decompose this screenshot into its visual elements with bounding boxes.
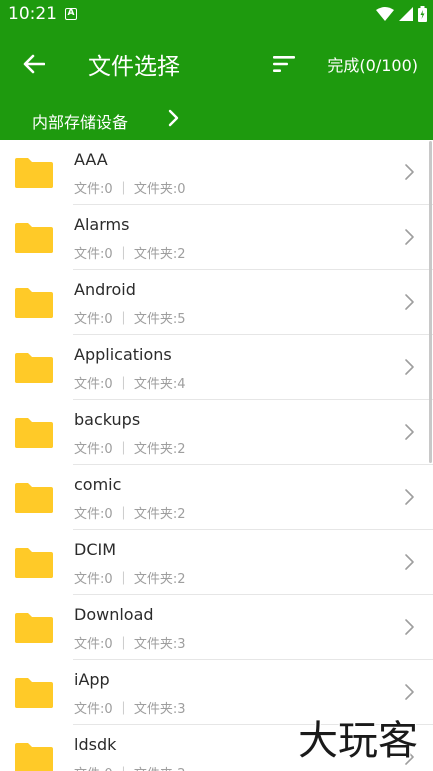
file-name: Applications <box>74 345 172 364</box>
file-meta: 文件:0 ｜ 文件夹:2 <box>74 763 186 771</box>
list-item[interactable]: Alarms 文件:0 ｜ 文件夹:2 <box>0 205 433 270</box>
chevron-right-icon <box>405 554 414 570</box>
folder-icon <box>15 483 53 513</box>
chevron-right-icon <box>405 164 414 180</box>
file-name: comic <box>74 475 122 494</box>
file-meta: 文件:0 ｜ 文件夹:5 <box>74 312 186 327</box>
sort-icon <box>273 56 295 72</box>
file-list: AAA 文件:0 ｜ 文件夹:0 Alarms 文件:0 ｜ 文件夹:2 And… <box>0 140 433 771</box>
chevron-right-icon <box>405 684 414 700</box>
file-name: backups <box>74 410 141 429</box>
notification-icon: A <box>65 8 77 20</box>
app-header: 10:21 A 文件选择 完成(0/100) 内部存储设备 <box>0 0 433 140</box>
list-item[interactable]: Download 文件:0 ｜ 文件夹:3 <box>0 595 433 660</box>
sort-button[interactable] <box>268 48 300 80</box>
chevron-right-icon <box>405 229 414 245</box>
folder-icon <box>15 613 53 643</box>
breadcrumb: 内部存储设备 <box>0 100 433 140</box>
list-item[interactable]: DCIM 文件:0 ｜ 文件夹:2 <box>0 530 433 595</box>
folder-icon <box>15 288 53 318</box>
status-bar: 10:21 A <box>0 0 433 30</box>
signal-icon <box>399 7 413 21</box>
battery-icon <box>418 6 427 22</box>
file-meta: 文件:0 ｜ 文件夹:2 <box>74 507 186 522</box>
list-item[interactable]: AAA 文件:0 ｜ 文件夹:0 <box>0 140 433 205</box>
done-button[interactable]: 完成(0/100) <box>327 52 418 76</box>
file-name: Download <box>74 605 154 624</box>
arrow-left-icon <box>23 54 45 74</box>
file-name: AAA <box>74 150 108 169</box>
file-name: Android <box>74 280 136 299</box>
file-meta: 文件:0 ｜ 文件夹:2 <box>74 442 186 457</box>
back-button[interactable] <box>18 48 50 80</box>
folder-icon <box>15 743 53 771</box>
file-name: DCIM <box>74 540 117 559</box>
folder-icon <box>15 678 53 708</box>
chevron-right-icon <box>405 359 414 375</box>
file-name: ldsdk <box>74 735 117 754</box>
list-item[interactable]: backups 文件:0 ｜ 文件夹:2 <box>0 400 433 465</box>
scrollbar[interactable] <box>429 141 432 463</box>
chevron-right-icon <box>405 294 414 310</box>
file-meta: 文件:0 ｜ 文件夹:3 <box>74 637 186 652</box>
file-meta: 文件:0 ｜ 文件夹:4 <box>74 377 186 392</box>
folder-icon <box>15 353 53 383</box>
file-meta: 文件:0 ｜ 文件夹:2 <box>74 247 186 262</box>
list-item[interactable]: Android 文件:0 ｜ 文件夹:5 <box>0 270 433 335</box>
chevron-right-icon <box>405 424 414 440</box>
status-time: 10:21 <box>8 4 57 24</box>
status-icons <box>376 6 427 22</box>
folder-icon <box>15 223 53 253</box>
file-meta: 文件:0 ｜ 文件夹:3 <box>74 702 186 717</box>
page-title: 文件选择 <box>88 54 180 80</box>
list-item[interactable]: comic 文件:0 ｜ 文件夹:2 <box>0 465 433 530</box>
chevron-right-icon <box>405 489 414 505</box>
file-meta: 文件:0 ｜ 文件夹:0 <box>74 182 186 197</box>
folder-icon <box>15 418 53 448</box>
list-item[interactable]: Applications 文件:0 ｜ 文件夹:4 <box>0 335 433 400</box>
chevron-right-icon <box>168 109 179 127</box>
file-name: iApp <box>74 670 110 689</box>
file-meta: 文件:0 ｜ 文件夹:2 <box>74 572 186 587</box>
breadcrumb-item-internal-storage[interactable]: 内部存储设备 <box>32 109 128 133</box>
folder-icon <box>15 158 53 188</box>
folder-icon <box>15 548 53 578</box>
svg-text:大玩客: 大玩客 <box>298 718 418 764</box>
file-name: Alarms <box>74 215 130 234</box>
chevron-right-icon <box>405 619 414 635</box>
watermark-logo: 大玩客 <box>297 717 420 764</box>
wifi-icon <box>376 7 394 21</box>
